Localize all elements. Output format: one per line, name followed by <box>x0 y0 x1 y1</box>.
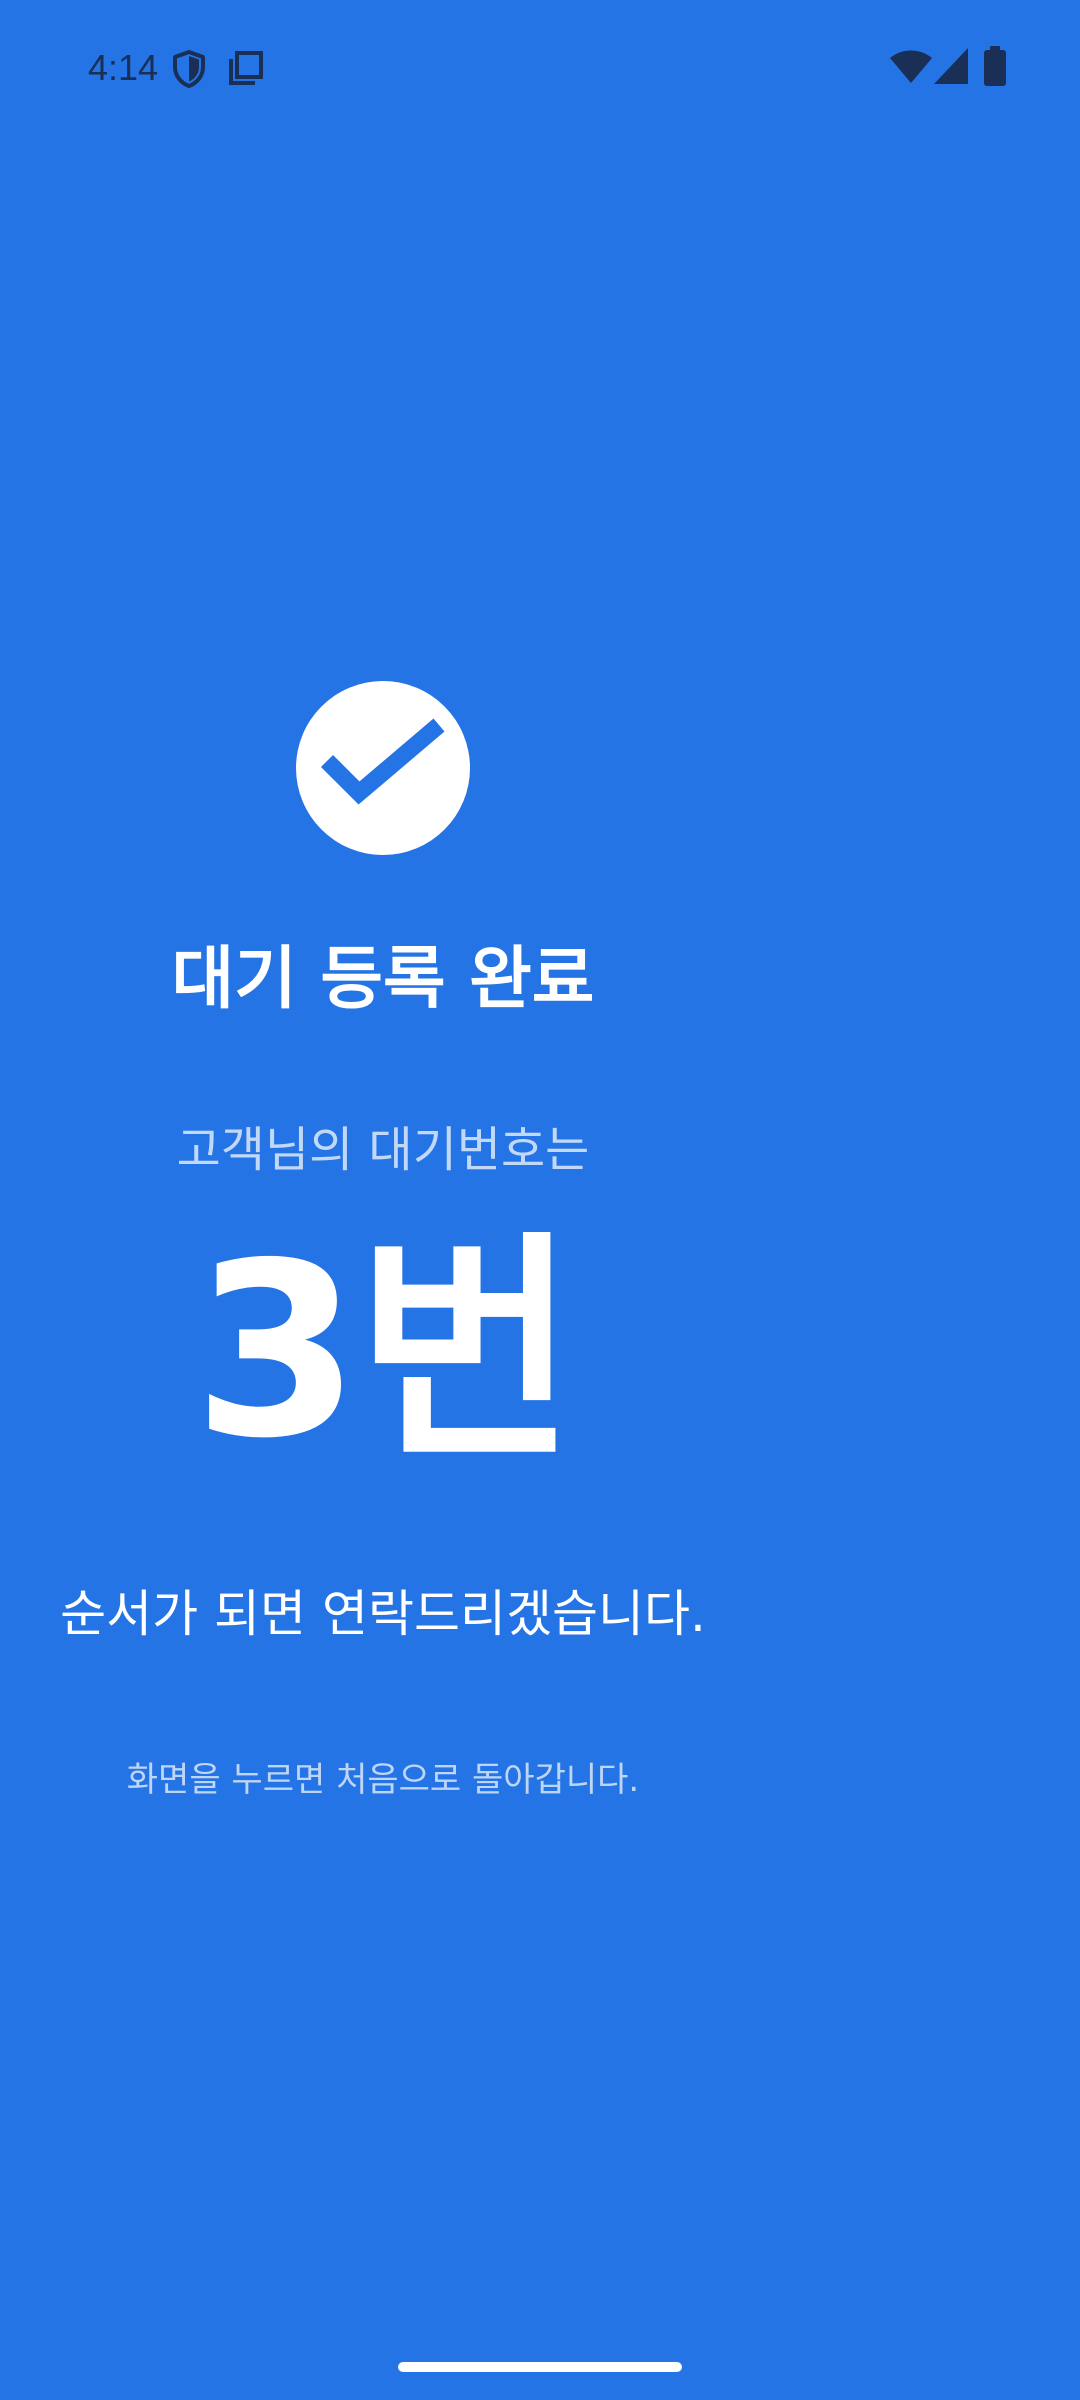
queue-number: 3번 <box>193 1211 577 1491</box>
status-bar: 4:14 <box>0 0 1080 135</box>
page-title: 대기 등록 완료 <box>171 940 595 1019</box>
check-circle-icon <box>296 681 470 855</box>
home-indicator[interactable] <box>398 2362 682 2372</box>
wifi-icon <box>890 50 932 83</box>
queue-number-label: 고객님의 대기번호는 <box>176 1122 590 1178</box>
screenshot-icon <box>229 51 263 85</box>
signal-icon <box>934 48 968 84</box>
battery-icon <box>984 46 1006 86</box>
status-time: 4:14 <box>88 47 159 88</box>
shield-icon <box>173 50 205 88</box>
contact-message: 순서가 되면 연락드리겠습니다. <box>60 1585 706 1643</box>
return-hint: 화면을 누르면 처음으로 돌아갑니다. <box>126 1760 640 1800</box>
